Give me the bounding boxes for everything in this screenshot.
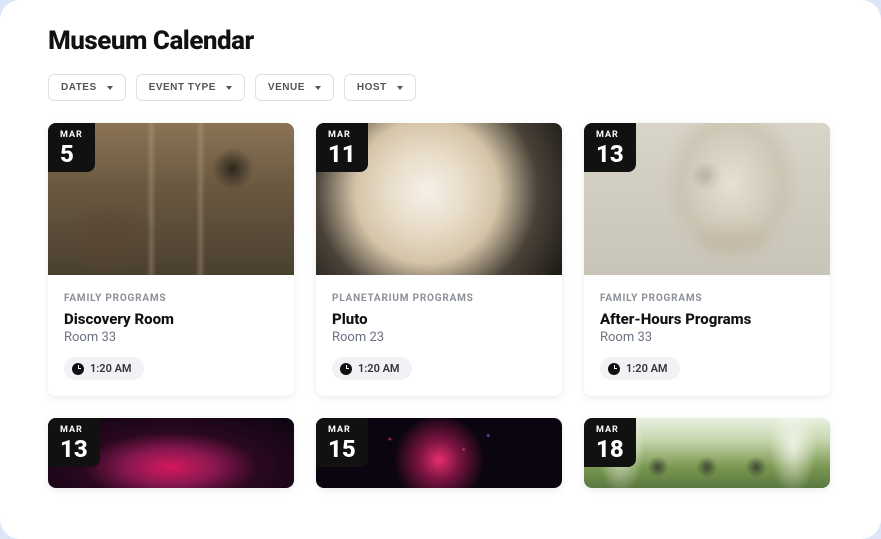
date-badge: MAR 11 <box>316 123 368 172</box>
event-card[interactable]: MAR 13 <box>48 418 294 488</box>
filter-dates[interactable]: DATES <box>48 74 126 101</box>
event-time: 1:20 AM <box>626 362 668 375</box>
event-month: MAR <box>60 131 83 140</box>
date-badge: MAR 18 <box>584 418 636 467</box>
event-day: 11 <box>328 142 356 166</box>
event-body: FAMILY PROGRAMS Discovery Room Room 33 1… <box>48 275 294 396</box>
event-image: MAR 18 <box>584 418 830 488</box>
event-day: 18 <box>596 437 624 461</box>
event-card[interactable]: MAR 15 <box>316 418 562 488</box>
event-month: MAR <box>328 131 356 140</box>
event-month: MAR <box>596 426 624 435</box>
filter-host[interactable]: HOST <box>344 74 416 101</box>
event-image: MAR 15 <box>316 418 562 488</box>
event-title: Discovery Room <box>64 310 278 328</box>
event-body: PLANETARIUM PROGRAMS Pluto Room 23 1:20 … <box>316 275 562 396</box>
event-category: FAMILY PROGRAMS <box>600 293 814 304</box>
event-title: Pluto <box>332 310 546 328</box>
event-category: PLANETARIUM PROGRAMS <box>332 293 546 304</box>
event-body: FAMILY PROGRAMS After-Hours Programs Roo… <box>584 275 830 396</box>
caret-down-icon <box>315 86 321 90</box>
event-room: Room 33 <box>64 330 278 345</box>
event-time-pill: 1:20 AM <box>600 357 680 380</box>
event-category: FAMILY PROGRAMS <box>64 293 278 304</box>
event-day: 5 <box>60 142 83 166</box>
events-grid: MAR 5 FAMILY PROGRAMS Discovery Room Roo… <box>0 101 881 488</box>
event-month: MAR <box>328 426 356 435</box>
event-image: MAR 11 <box>316 123 562 275</box>
date-badge: MAR 13 <box>48 418 100 467</box>
clock-icon <box>340 363 352 375</box>
filter-label: VENUE <box>268 82 305 93</box>
event-card[interactable]: MAR 11 PLANETARIUM PROGRAMS Pluto Room 2… <box>316 123 562 396</box>
filters-bar: DATES EVENT TYPE VENUE HOST <box>0 56 881 101</box>
page-container: Museum Calendar DATES EVENT TYPE VENUE H… <box>0 0 881 539</box>
filter-label: EVENT TYPE <box>149 82 216 93</box>
event-month: MAR <box>596 131 624 140</box>
event-title: After-Hours Programs <box>600 310 814 328</box>
filter-label: HOST <box>357 82 387 93</box>
event-card[interactable]: MAR 5 FAMILY PROGRAMS Discovery Room Roo… <box>48 123 294 396</box>
event-room: Room 23 <box>332 330 546 345</box>
clock-icon <box>72 363 84 375</box>
filter-label: DATES <box>61 82 97 93</box>
caret-down-icon <box>107 86 113 90</box>
event-card[interactable]: MAR 18 <box>584 418 830 488</box>
event-image: MAR 5 <box>48 123 294 275</box>
event-day: 13 <box>60 437 88 461</box>
event-time-pill: 1:20 AM <box>332 357 412 380</box>
caret-down-icon <box>397 86 403 90</box>
event-card[interactable]: MAR 13 FAMILY PROGRAMS After-Hours Progr… <box>584 123 830 396</box>
clock-icon <box>608 363 620 375</box>
page-title: Museum Calendar <box>0 0 881 56</box>
event-time: 1:20 AM <box>90 362 132 375</box>
event-time: 1:20 AM <box>358 362 400 375</box>
event-time-pill: 1:20 AM <box>64 357 144 380</box>
date-badge: MAR 5 <box>48 123 95 172</box>
filter-event-type[interactable]: EVENT TYPE <box>136 74 245 101</box>
event-image: MAR 13 <box>584 123 830 275</box>
event-day: 15 <box>328 437 356 461</box>
event-day: 13 <box>596 142 624 166</box>
filter-venue[interactable]: VENUE <box>255 74 334 101</box>
event-month: MAR <box>60 426 88 435</box>
date-badge: MAR 15 <box>316 418 368 467</box>
date-badge: MAR 13 <box>584 123 636 172</box>
caret-down-icon <box>226 86 232 90</box>
event-room: Room 33 <box>600 330 814 345</box>
event-image: MAR 13 <box>48 418 294 488</box>
